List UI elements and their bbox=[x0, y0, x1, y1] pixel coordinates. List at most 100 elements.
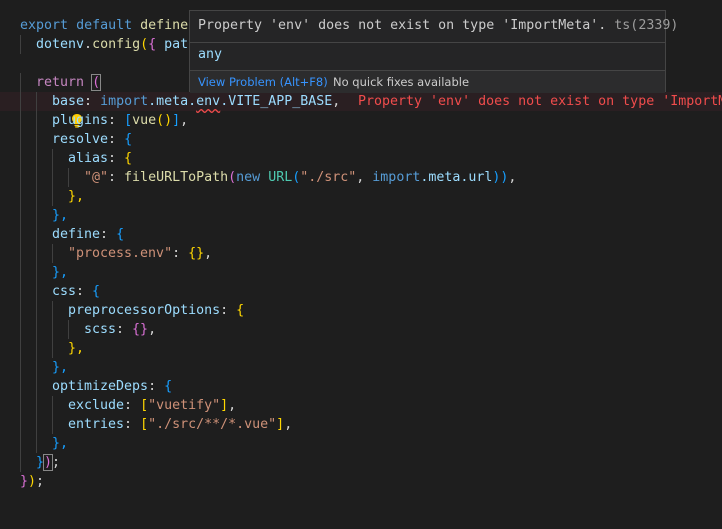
lightbulb-icon[interactable] bbox=[22, 94, 83, 128]
code-line: }, bbox=[0, 339, 722, 358]
bracket: {} bbox=[188, 246, 205, 261]
bracket: }, bbox=[68, 341, 85, 356]
code-line: preprocessorOptions: { bbox=[0, 301, 722, 320]
punct: ; bbox=[52, 455, 61, 470]
punct: : bbox=[124, 417, 141, 432]
punct: , bbox=[508, 170, 517, 185]
property: scss bbox=[84, 322, 117, 337]
punct: : bbox=[84, 94, 93, 109]
function-name: vue bbox=[132, 113, 157, 128]
bracket: ) bbox=[28, 474, 37, 489]
bracket: ] bbox=[276, 417, 285, 432]
bracket: { bbox=[124, 132, 133, 147]
bracket: ( bbox=[228, 170, 237, 185]
code-line: }); bbox=[0, 453, 722, 472]
no-quick-fixes-text: No quick fixes available bbox=[333, 75, 470, 89]
punct: : bbox=[220, 303, 237, 318]
function-name: defineC bbox=[140, 18, 197, 33]
punct: : bbox=[108, 132, 125, 147]
punct: : bbox=[108, 151, 125, 166]
keyword: new bbox=[236, 170, 261, 185]
keyword: default bbox=[76, 18, 133, 33]
code-line: entries: ["./src/**/*.vue"], bbox=[0, 415, 722, 434]
bracket: ] bbox=[172, 113, 181, 128]
property: define bbox=[52, 227, 101, 242]
bracket: [ bbox=[140, 398, 149, 413]
code-line: css: { bbox=[0, 282, 722, 301]
punct: , bbox=[332, 94, 341, 109]
string: "vuetify" bbox=[148, 398, 221, 413]
punct: : bbox=[124, 398, 141, 413]
code-line: }, bbox=[0, 263, 722, 282]
hover-type: any bbox=[198, 47, 223, 62]
code-line: "process.env": {}, bbox=[0, 244, 722, 263]
punct: , bbox=[148, 322, 157, 337]
bracket: )) bbox=[492, 170, 509, 185]
identifier: dotenv bbox=[36, 37, 85, 52]
property: alias bbox=[68, 151, 109, 166]
error-token[interactable]: env bbox=[196, 94, 220, 109]
function-name: config bbox=[92, 37, 141, 52]
code-line: define: { bbox=[0, 225, 722, 244]
property: resolve bbox=[52, 132, 109, 147]
bracket: { bbox=[148, 37, 157, 52]
code-line: alias: { bbox=[0, 149, 722, 168]
identifier: .VITE_APP_BASE bbox=[220, 94, 333, 109]
code-line: }, bbox=[0, 206, 722, 225]
view-problem-link[interactable]: View Problem (Alt+F8) bbox=[198, 71, 328, 93]
punct: : bbox=[148, 379, 165, 394]
keyword: export bbox=[20, 18, 69, 33]
property: preprocessorOptions bbox=[68, 303, 221, 318]
code-editor[interactable]: export default defineC dotenv.config({ p… bbox=[0, 0, 722, 510]
bracket: ( bbox=[91, 74, 102, 91]
bracket: }, bbox=[52, 360, 69, 375]
property: css bbox=[52, 284, 77, 299]
punct: ; bbox=[36, 474, 45, 489]
bracket: }, bbox=[52, 265, 69, 280]
keyword: import bbox=[372, 170, 421, 185]
code-line-error: base: import.meta.env.VITE_APP_BASE, Pro… bbox=[0, 92, 722, 128]
keyword: import bbox=[100, 94, 149, 109]
bracket: () bbox=[156, 113, 173, 128]
bracket: [ bbox=[140, 417, 149, 432]
identifier: .meta. bbox=[148, 94, 197, 109]
property: optimizeDeps bbox=[52, 379, 149, 394]
code-line: exclude: ["vuetify"], bbox=[0, 396, 722, 415]
bracket: { bbox=[116, 227, 125, 242]
bracket: { bbox=[164, 379, 173, 394]
code-line: scss: {}, bbox=[0, 320, 722, 339]
string: "./src/**/*.vue" bbox=[148, 417, 277, 432]
bracket: { bbox=[92, 284, 101, 299]
hover-tooltip: Property 'env' does not exist on type 'I… bbox=[189, 10, 678, 93]
property: base bbox=[52, 94, 85, 109]
code-line: resolve: { bbox=[0, 130, 722, 149]
punct: , bbox=[204, 246, 213, 261]
code-line: }); bbox=[0, 472, 722, 491]
punct: , bbox=[284, 417, 293, 432]
punct: : bbox=[108, 170, 125, 185]
keyword: return bbox=[36, 75, 85, 90]
string: "./src" bbox=[300, 170, 357, 185]
error-code: ts(2339) bbox=[614, 18, 679, 33]
punct: , bbox=[356, 170, 373, 185]
bracket: }, bbox=[52, 208, 69, 223]
code-line: }, bbox=[0, 434, 722, 453]
property: entries bbox=[68, 417, 125, 432]
property: exclude bbox=[68, 398, 125, 413]
bracket: }, bbox=[68, 189, 85, 204]
bracket: {} bbox=[132, 322, 149, 337]
hover-status-bar: View Problem (Alt+F8) No quick fixes ava… bbox=[190, 70, 665, 93]
bracket: [ bbox=[124, 113, 133, 128]
bracket: ] bbox=[220, 398, 229, 413]
bracket: }, bbox=[52, 436, 69, 451]
string: "process.env" bbox=[68, 246, 173, 261]
code-line: plugins: [vue()], bbox=[0, 111, 722, 130]
punct: : bbox=[172, 246, 189, 261]
class-name: URL bbox=[268, 170, 293, 185]
hover-message: Property 'env' does not exist on type 'I… bbox=[198, 18, 678, 33]
punct: . bbox=[84, 37, 93, 52]
identifier: .meta.url bbox=[420, 170, 493, 185]
bracket: ( bbox=[140, 37, 149, 52]
bracket: } bbox=[36, 455, 45, 470]
bracket: } bbox=[20, 474, 29, 489]
